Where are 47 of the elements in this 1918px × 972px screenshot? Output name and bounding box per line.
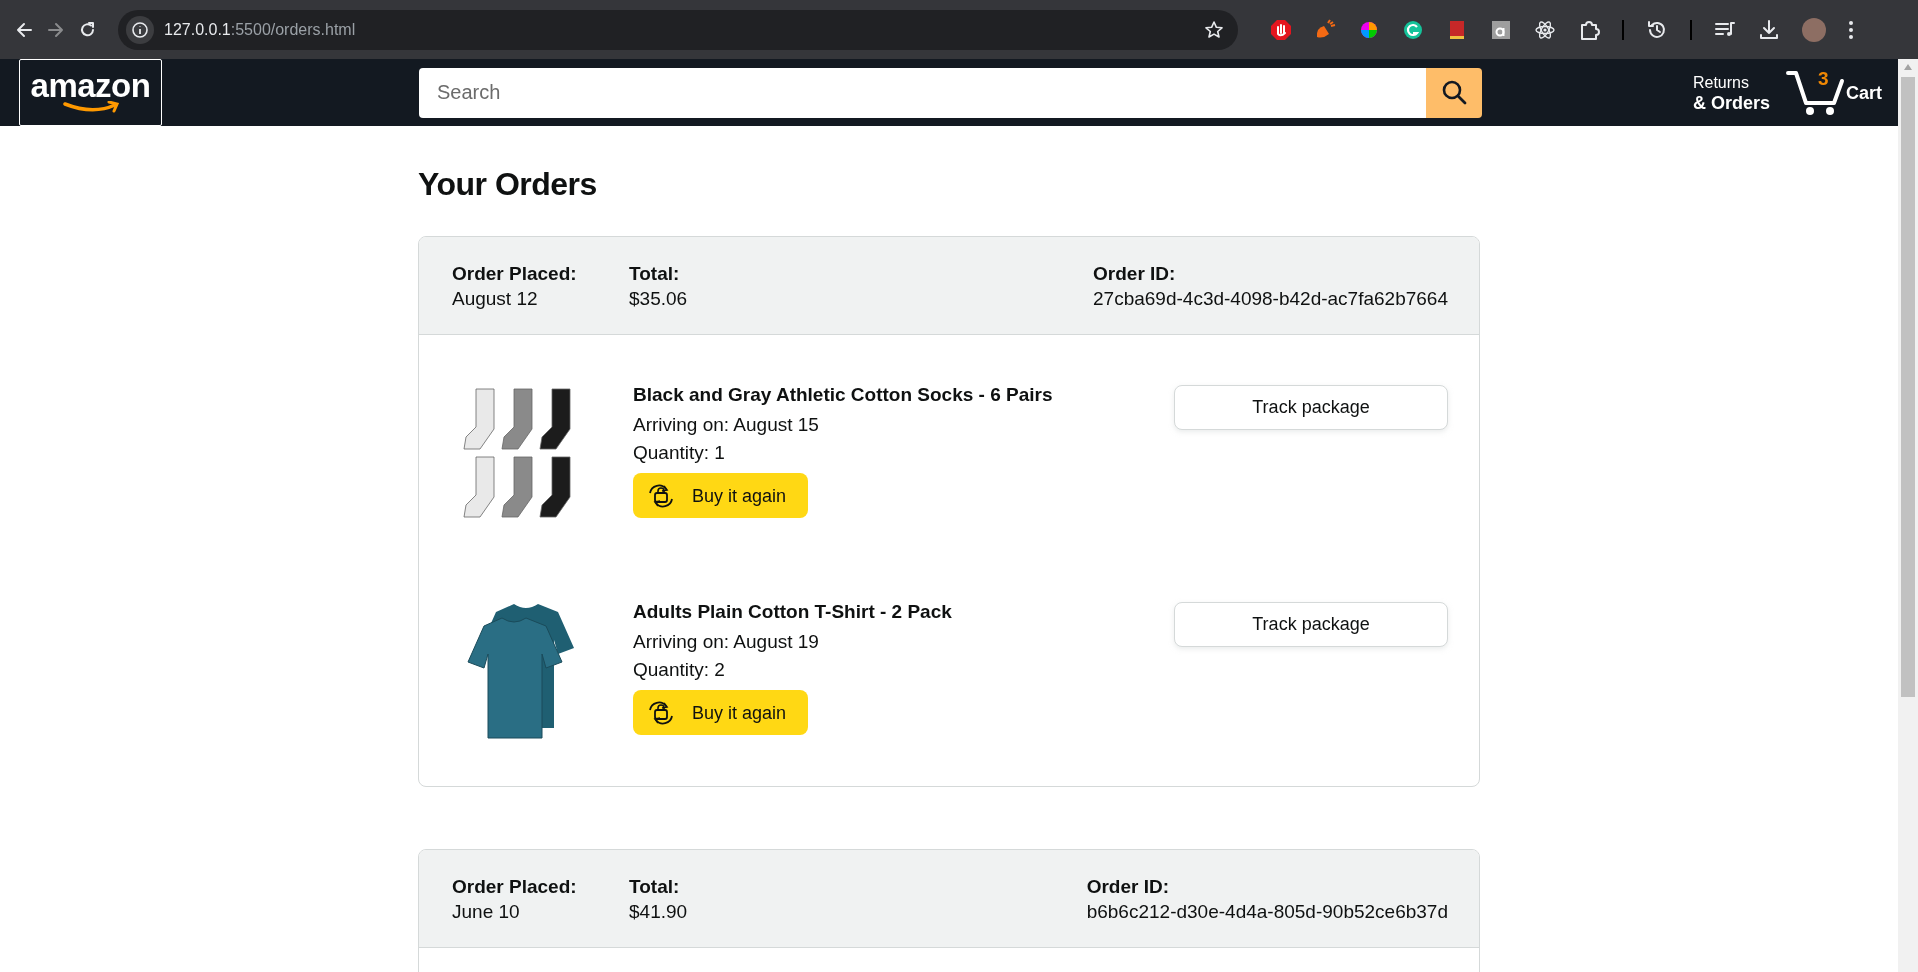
order-value: $35.06 [629, 286, 688, 311]
arrival-date: Arriving on: August 19 [633, 630, 820, 654]
order-value: b6b6c212-d30e-4d4a-805d-90b52ce6b37d [1086, 899, 1448, 924]
buy-again-button[interactable]: Buy it again [633, 473, 808, 518]
scrollbar[interactable] [1898, 59, 1918, 972]
history-icon[interactable] [1646, 18, 1668, 41]
track-package-button[interactable]: Track package [1174, 602, 1448, 647]
hand-icon[interactable] [1270, 18, 1292, 41]
cart-link[interactable]: 3 Cart [1786, 68, 1882, 117]
product-name: Adults Plain Cotton T-Shirt - 2 Pack [633, 600, 952, 624]
order-label: Total: [629, 261, 681, 286]
order-label: Order ID: [1093, 261, 1177, 286]
arrival-date: Arriving on: August 15 [633, 413, 820, 437]
avatar[interactable] [1802, 17, 1826, 42]
order-label: Order Placed: [452, 261, 578, 286]
order-label: Order Placed: [452, 874, 578, 899]
cart-count: 3 [1818, 66, 1829, 91]
quantity: Quantity: 2 [633, 658, 726, 682]
order-value: $41.90 [629, 899, 688, 924]
url-text: 127.0.0.1:5500/orders.html [164, 19, 357, 40]
buy-again-button[interactable]: Buy it again [633, 690, 808, 735]
search-button[interactable] [1426, 67, 1482, 118]
atom-icon[interactable] [1534, 18, 1556, 41]
search-field[interactable]: Search [419, 67, 1426, 118]
order-label: Order ID: [1086, 874, 1171, 899]
page-title: Your Orders [418, 165, 598, 204]
address-bar[interactable]: 127.0.0.1:5500/orders.html [118, 9, 1238, 50]
info-icon[interactable] [126, 15, 154, 44]
flashlight-icon[interactable] [1314, 18, 1336, 41]
star-icon[interactable] [1204, 19, 1224, 40]
g-circle-icon[interactable] [1402, 18, 1424, 41]
amazon-logo[interactable]: amazon [19, 59, 162, 126]
scrollbar-thumb[interactable] [1901, 77, 1915, 697]
cart-icon [1786, 68, 1846, 117]
download-icon[interactable] [1758, 18, 1780, 41]
order-value: August 12 [452, 286, 539, 311]
order-label: Total: [629, 874, 681, 899]
order-value: 27cba69d-4c3d-4098-b42d-ac7fa62b7664 [1093, 286, 1448, 311]
puzzle-icon[interactable] [1578, 18, 1600, 41]
track-package-button[interactable]: Track package [1174, 385, 1448, 430]
product-name: Black and Gray Athletic Cotton Socks - 6 Pairs [633, 383, 1053, 407]
search-icon [1440, 79, 1468, 106]
quantity: Quantity: 1 [633, 441, 726, 465]
menu-icon[interactable] [1848, 19, 1854, 40]
returns-orders-link[interactable]: Returns & Orders [1692, 71, 1770, 114]
letter-tile-icon[interactable] [1490, 18, 1512, 41]
order-value: June 10 [452, 899, 521, 924]
